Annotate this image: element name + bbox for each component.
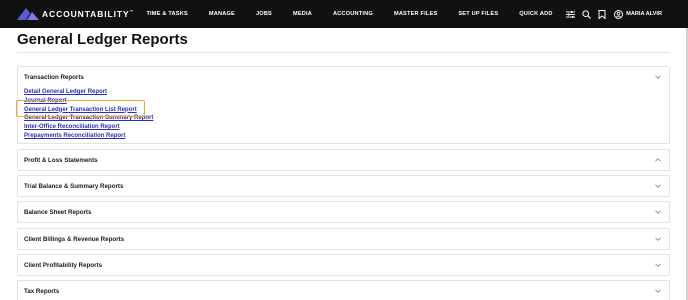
section-client-profitability: Client Profitability Reports (17, 254, 670, 276)
section-title: Client Profitability Reports (24, 261, 103, 269)
nav-right-tools: MARIA ALVIR (559, 0, 662, 28)
chevron-down-icon (655, 210, 661, 214)
nav-item-jobs[interactable]: JOBS (256, 11, 272, 17)
user-icon[interactable] (613, 9, 623, 19)
chevron-down-icon (655, 263, 661, 267)
section-title: Client Billings & Revenue Reports (24, 235, 125, 243)
chevron-down-icon (655, 237, 661, 241)
chevron-down-icon (655, 184, 661, 188)
nav-item-quick-add[interactable]: QUICK ADD (519, 11, 552, 17)
highlight-box (16, 100, 145, 117)
section-header[interactable]: Client Profitability Reports (18, 255, 669, 275)
section-tax-reports: Tax Reports (17, 280, 670, 300)
bookmark-icon[interactable] (597, 9, 607, 19)
chevron-down-icon (655, 289, 661, 293)
nav-item-accounting[interactable]: ACCOUNTING (333, 11, 373, 17)
nav-item-time-tasks[interactable]: TIME & TASKS (146, 11, 187, 17)
nav-item-master-files[interactable]: MASTER FILES (394, 11, 437, 17)
sliders-icon[interactable] (565, 9, 575, 19)
section-client-billings: Client Billings & Revenue Reports (17, 228, 670, 250)
search-icon[interactable] (581, 9, 591, 19)
section-balance-sheet: Balance Sheet Reports (17, 201, 670, 223)
section-trial-balance: Trial Balance & Summary Reports (17, 175, 670, 197)
section-header[interactable]: Client Billings & Revenue Reports (18, 229, 669, 249)
accountability-logo-icon (17, 8, 39, 20)
chevron-up-icon (655, 158, 661, 162)
section-title: Profit & Loss Statements (24, 156, 98, 164)
nav-item-media[interactable]: MEDIA (293, 11, 312, 17)
report-link-inter-office-reconciliation[interactable]: Inter-Office Reconciliation Report (24, 123, 663, 132)
section-header[interactable]: Balance Sheet Reports (18, 202, 669, 222)
brand-logo[interactable]: ACCOUNTABILITY™ (17, 0, 134, 28)
section-title: Trial Balance & Summary Reports (24, 182, 124, 190)
section-header[interactable]: Tax Reports (18, 281, 669, 300)
top-nav-bar: ACCOUNTABILITY™ TIME & TASKS MANAGE JOBS… (0, 0, 688, 28)
chevron-down-icon (655, 75, 661, 79)
section-title: Tax Reports (24, 287, 60, 295)
user-name[interactable]: MARIA ALVIR (626, 11, 662, 17)
section-header[interactable]: Transaction Reports (18, 67, 669, 87)
title-divider (17, 52, 670, 53)
report-link-detail-general-ledger[interactable]: Detail General Ledger Report (24, 88, 663, 97)
report-link-prepayments-reconciliation[interactable]: Prepayments Reconciliation Report (24, 132, 663, 141)
main-nav: TIME & TASKS MANAGE JOBS MEDIA ACCOUNTIN… (146, 11, 573, 17)
section-header[interactable]: Profit & Loss Statements (18, 150, 669, 170)
nav-item-manage[interactable]: MANAGE (209, 11, 235, 17)
nav-item-set-up-files[interactable]: SET UP FILES (458, 11, 498, 17)
brand-name: ACCOUNTABILITY™ (42, 9, 135, 19)
page-title: General Ledger Reports (17, 31, 188, 48)
section-profit-loss: Profit & Loss Statements (17, 149, 670, 171)
section-title: Transaction Reports (24, 73, 84, 81)
section-header[interactable]: Trial Balance & Summary Reports (18, 176, 669, 196)
section-title: Balance Sheet Reports (24, 208, 92, 216)
